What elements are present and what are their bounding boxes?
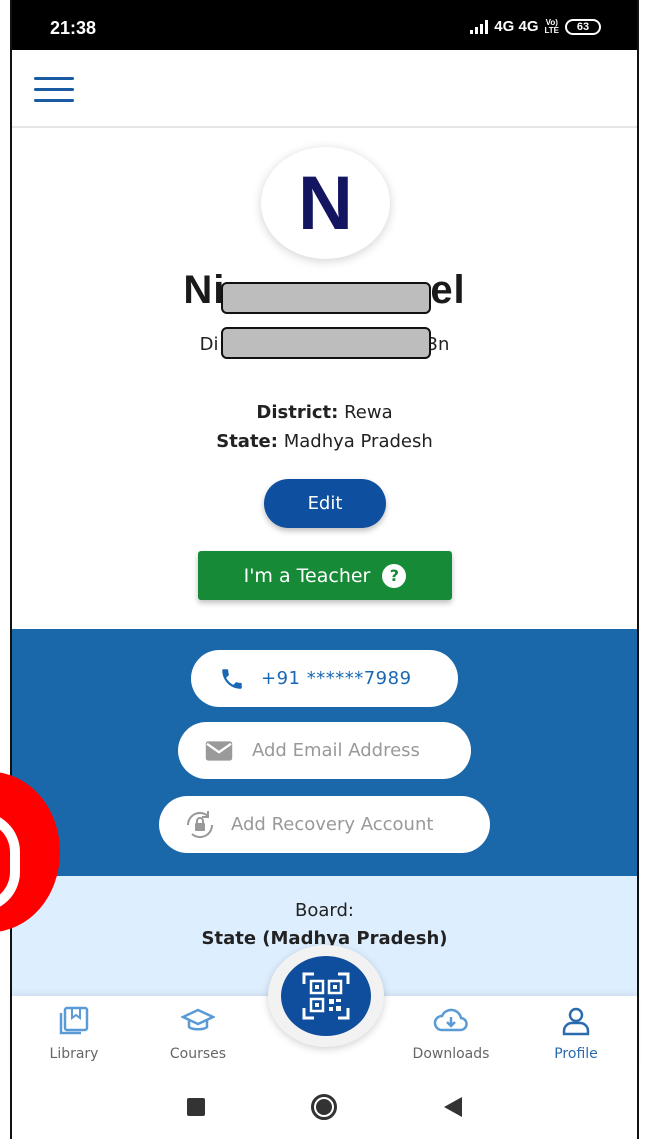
phone-icon xyxy=(222,668,242,689)
profile-sub-start: Di xyxy=(199,334,219,355)
network-type: 4G 4G xyxy=(494,18,539,35)
edit-button-label: Edit xyxy=(307,493,343,514)
teacher-button-label: I'm a Teacher xyxy=(243,564,371,587)
district-label: District: xyxy=(256,402,339,423)
recovery-lock-icon xyxy=(186,810,214,838)
edit-button[interactable]: Edit xyxy=(264,479,386,528)
status-bar: 21:38 4G 4G Vo) LTE 63 xyxy=(12,0,637,50)
phone-number: +91 ******7989 xyxy=(261,668,412,689)
downloads-icon xyxy=(433,1008,468,1032)
nav-downloads-label: Downloads xyxy=(412,1046,490,1062)
nav-profile[interactable]: Profile xyxy=(526,1006,626,1062)
courses-icon xyxy=(180,1008,216,1031)
district-line: District: Rewa xyxy=(12,402,637,423)
status-indicators: 4G 4G Vo) LTE 63 xyxy=(470,18,601,35)
device-screen: 21:38 4G 4G Vo) LTE 63 N Ni el Di 3n Dis… xyxy=(0,0,653,1139)
recovery-placeholder: Add Recovery Account xyxy=(231,814,434,835)
battery-icon: 63 xyxy=(565,18,601,35)
home-circle-icon[interactable] xyxy=(311,1094,337,1120)
teacher-button[interactable]: I'm a Teacher ? xyxy=(198,551,452,600)
system-nav-bar xyxy=(12,1072,637,1139)
redaction-box xyxy=(221,327,431,359)
volte-bottom: LTE xyxy=(544,25,559,35)
avatar-initial: N xyxy=(298,160,353,246)
email-icon xyxy=(205,740,233,761)
board-label: Board: xyxy=(295,900,354,921)
help-icon[interactable]: ? xyxy=(382,563,407,588)
battery-level: 63 xyxy=(576,20,590,33)
nav-courses-label: Courses xyxy=(169,1046,227,1062)
phone-pill[interactable]: +91 ******7989 xyxy=(191,650,458,707)
volte-icon: Vo) LTE xyxy=(544,18,559,35)
hamburger-menu-icon[interactable] xyxy=(34,77,74,103)
avatar: N xyxy=(261,147,390,259)
state-line: State: Madhya Pradesh xyxy=(12,431,637,452)
app-header xyxy=(12,50,637,128)
library-icon xyxy=(59,1006,89,1035)
profile-name-start: Ni xyxy=(183,268,226,312)
profile-name-end: el xyxy=(430,268,466,312)
nav-courses[interactable]: Courses xyxy=(148,1006,248,1062)
state-label: State: xyxy=(216,431,278,452)
district-value: Rewa xyxy=(344,402,393,423)
nav-library-label: Library xyxy=(49,1046,99,1062)
qr-scan-icon xyxy=(302,972,350,1020)
qr-scan-button[interactable] xyxy=(281,956,371,1036)
back-triangle-icon[interactable] xyxy=(444,1097,462,1121)
nav-profile-label: Profile xyxy=(554,1046,598,1062)
device-frame-right xyxy=(637,0,639,1139)
contact-section: +91 ******7989 Add Email Address Add Rec… xyxy=(12,629,637,876)
status-time: 21:38 xyxy=(50,18,97,38)
device-frame-left xyxy=(10,0,12,1139)
add-email-pill[interactable]: Add Email Address xyxy=(178,722,471,779)
profile-icon xyxy=(562,1007,590,1036)
redaction-box xyxy=(221,282,431,314)
signal-icon xyxy=(470,19,489,34)
email-placeholder: Add Email Address xyxy=(252,740,420,761)
recents-square-icon[interactable] xyxy=(187,1098,205,1116)
state-value: Madhya Pradesh xyxy=(283,431,433,452)
add-recovery-pill[interactable]: Add Recovery Account xyxy=(159,796,490,853)
nav-library[interactable]: Library xyxy=(24,1006,124,1062)
nav-downloads[interactable]: Downloads xyxy=(401,1006,501,1062)
